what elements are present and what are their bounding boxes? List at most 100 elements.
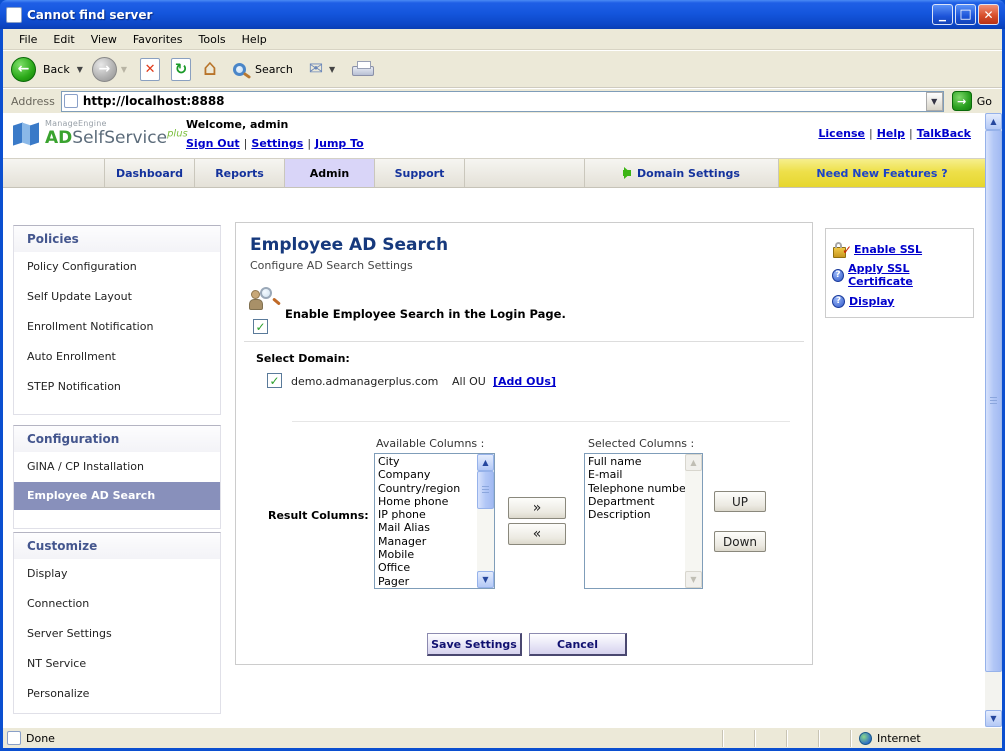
ie-logo-icon (6, 6, 22, 23)
select-domain-label: Select Domain: (256, 352, 350, 365)
list-option[interactable]: Department (585, 495, 685, 508)
maximize-button[interactable] (955, 4, 976, 25)
list-option[interactable]: Mobile (375, 548, 477, 561)
list-option[interactable]: Description (585, 508, 685, 521)
move-right-button[interactable]: » (508, 497, 566, 519)
menu-edit[interactable]: Edit (45, 31, 82, 48)
list-option[interactable]: Mail Alias (375, 521, 477, 534)
list-option[interactable]: IP phone (375, 508, 477, 521)
go-arrow-icon[interactable]: → (951, 91, 972, 111)
apply-ssl-certificate-link[interactable]: Apply SSL Certificate (848, 262, 967, 288)
list-option[interactable]: Manager (375, 535, 477, 548)
move-up-button[interactable]: UP (714, 491, 766, 512)
address-input[interactable]: http://localhost:8888 ▼ (60, 90, 944, 112)
tab-support[interactable]: Support (375, 159, 465, 187)
list-option[interactable]: City (375, 455, 477, 468)
home-icon[interactable]: ⌂ (203, 58, 217, 80)
display-link[interactable]: Display (849, 295, 894, 308)
search-icon[interactable] (233, 62, 246, 76)
menu-favorites[interactable]: Favorites (125, 31, 191, 48)
back-icon[interactable]: ← (11, 56, 36, 82)
list-option[interactable]: Country/region (375, 482, 477, 495)
scroll-down-icon[interactable]: ▼ (985, 710, 1002, 727)
add-ous-link[interactable]: [Add OUs] (493, 375, 556, 388)
zone-text: Internet (877, 731, 921, 745)
stop-icon[interactable]: ✕ (140, 57, 161, 81)
result-columns-label: Result Columns: (268, 509, 369, 522)
address-label: Address (11, 94, 55, 108)
list-option[interactable]: Office (375, 561, 477, 574)
mail-icon[interactable]: ✉ (309, 59, 323, 79)
move-left-button[interactable]: « (508, 523, 566, 545)
welcome-text: Welcome, admin (186, 118, 289, 131)
scroll-down-icon[interactable]: ▼ (477, 571, 494, 588)
talkback-link[interactable]: TalkBack (917, 127, 971, 140)
domain-checkbox[interactable] (267, 373, 282, 388)
help-link[interactable]: Help (877, 127, 905, 140)
back-dropdown-icon[interactable]: ▼ (77, 65, 83, 74)
search-button[interactable]: Search (255, 63, 293, 76)
menu-file[interactable]: File (11, 31, 45, 48)
sidebar-item-policy-configuration[interactable]: Policy Configuration (14, 252, 220, 282)
go-button[interactable]: → Go (951, 91, 992, 111)
scroll-thumb[interactable] (985, 130, 1002, 672)
move-down-button[interactable]: Down (714, 531, 766, 552)
sidebar-item-self-update-layout[interactable]: Self Update Layout (14, 282, 220, 312)
sidebar-item-server-settings[interactable]: Server Settings (14, 619, 220, 649)
tab-domain-settings[interactable]: Domain Settings (585, 159, 779, 187)
settings-link[interactable]: Settings (251, 137, 303, 150)
address-url[interactable]: http://localhost:8888 (83, 94, 926, 108)
menu-tools[interactable]: Tools (191, 31, 234, 48)
list-option[interactable]: E-mail (585, 468, 685, 481)
quick-link-row: Enable SSL (832, 236, 967, 262)
selected-columns-listbox[interactable]: Full name E-mail Telephone number Depart… (584, 453, 703, 589)
tab-reports[interactable]: Reports (195, 159, 285, 187)
print-icon[interactable] (352, 61, 375, 76)
list-option[interactable]: Pager (375, 575, 477, 588)
enable-search-checkbox[interactable] (253, 319, 268, 334)
address-dropdown-icon[interactable]: ▼ (925, 91, 943, 111)
menu-view[interactable]: View (83, 31, 125, 48)
scroll-up-icon[interactable]: ▲ (477, 454, 494, 471)
available-columns-listbox[interactable]: City Company Country/region Home phone I… (374, 453, 495, 589)
forward-icon[interactable]: → (91, 56, 117, 82)
list-option[interactable]: Telephone number (585, 482, 685, 495)
scroll-up-icon[interactable]: ▲ (985, 113, 1002, 130)
menu-bar: File Edit View Favorites Tools Help (3, 29, 1002, 50)
jump-to-link[interactable]: Jump To (315, 137, 364, 150)
sidebar-item-auto-enrollment[interactable]: Auto Enrollment (14, 342, 220, 372)
need-new-features-button[interactable]: Need New Features ? (779, 159, 985, 187)
refresh-icon[interactable]: ↻ (171, 57, 192, 81)
tab-admin[interactable]: Admin (285, 159, 375, 187)
close-button[interactable] (978, 4, 999, 25)
sidebar-item-display[interactable]: Display (14, 559, 220, 589)
forward-dropdown-icon[interactable]: ▼ (121, 65, 127, 74)
browser-scrollbar[interactable]: ▲ ▼ (985, 113, 1002, 727)
domain-settings-label[interactable]: Domain Settings (637, 167, 740, 180)
back-button[interactable]: Back (43, 63, 70, 76)
sign-out-link[interactable]: Sign Out (186, 137, 240, 150)
title-bar: Cannot find server (0, 0, 1005, 29)
list-option[interactable]: Full name (585, 455, 685, 468)
cancel-button[interactable]: Cancel (529, 633, 627, 656)
sidebar-item-nt-service[interactable]: NT Service (14, 649, 220, 679)
sidebar-item-connection[interactable]: Connection (14, 589, 220, 619)
list-scrollbar[interactable]: ▲ ▼ (477, 454, 494, 588)
sidebar-item-enrollment-notification[interactable]: Enrollment Notification (14, 312, 220, 342)
sidebar-item-personalize[interactable]: Personalize (14, 679, 220, 709)
mail-dropdown-icon[interactable]: ▼ (329, 65, 335, 74)
license-link[interactable]: License (818, 127, 865, 140)
scroll-thumb[interactable] (477, 471, 494, 509)
list-option[interactable]: Home phone (375, 495, 477, 508)
go-label[interactable]: Go (977, 95, 992, 108)
save-settings-button[interactable]: Save Settings (427, 633, 522, 656)
list-option[interactable]: Company (375, 468, 477, 481)
enable-ssl-link[interactable]: Enable SSL (854, 243, 922, 256)
sidebar-item-step-notification[interactable]: STEP Notification (14, 372, 220, 402)
sidebar-item-gina-cp-installation[interactable]: GINA / CP Installation (14, 452, 220, 482)
divider (292, 421, 790, 422)
tab-dashboard[interactable]: Dashboard (105, 159, 195, 187)
minimize-button[interactable] (932, 4, 953, 25)
sidebar-item-employee-ad-search[interactable]: Employee AD Search (14, 482, 220, 510)
menu-help[interactable]: Help (234, 31, 275, 48)
